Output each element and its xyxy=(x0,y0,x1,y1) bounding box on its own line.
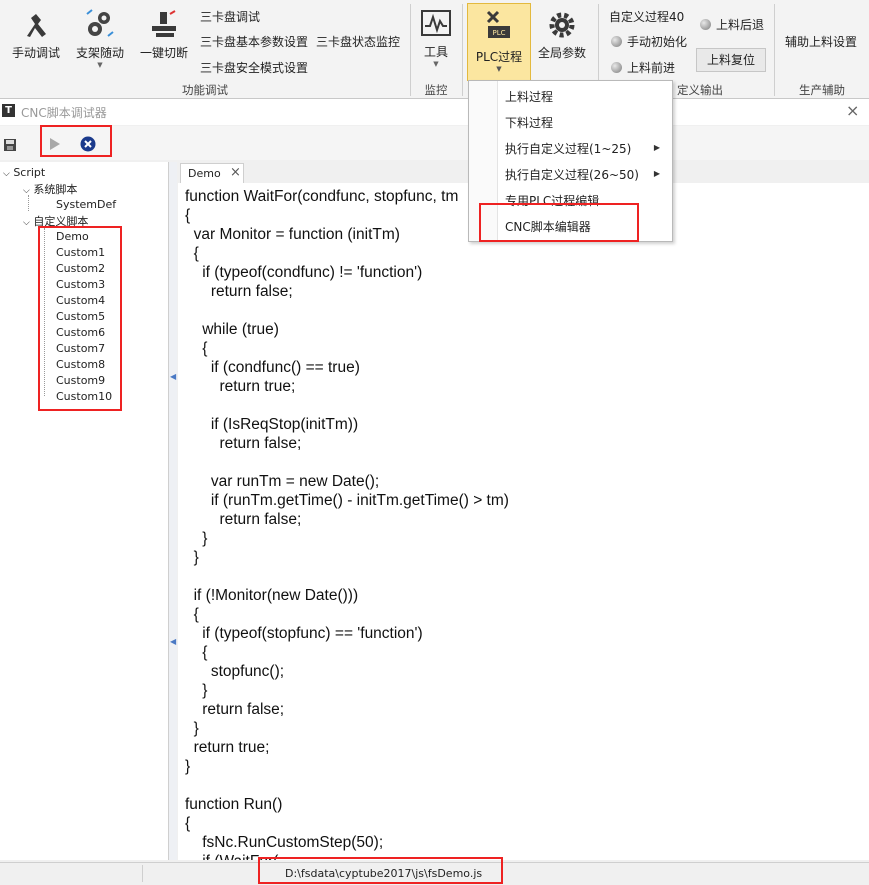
panel-splitter[interactable]: ◀ ◀ xyxy=(169,162,177,860)
tools-label: 工具 xyxy=(423,45,448,59)
menu-item[interactable]: 执行自定义过程(26~50) xyxy=(505,166,639,183)
hand-tool-icon xyxy=(27,14,46,37)
gear-icon xyxy=(549,12,575,38)
window-title: CNC脚本调试器 xyxy=(21,106,107,120)
load-back-button[interactable]: 上料后退 xyxy=(700,16,764,33)
chuck3-status-monitor-button[interactable]: 三卡盘状态监控 xyxy=(316,33,400,50)
collapse-arrow-icon: ◀ xyxy=(170,637,177,646)
chuck3-debug-button[interactable]: 三卡盘调试 xyxy=(200,8,260,25)
group-custom-output-label: 定义输出 xyxy=(677,83,723,97)
menu-item[interactable]: 上料过程 xyxy=(505,88,553,105)
highlight-custom-scripts-box xyxy=(38,226,122,411)
app-logo-icon: T xyxy=(2,104,15,117)
tree-root[interactable]: ⌵ Script xyxy=(3,166,45,179)
submenu-arrow-icon: ▶ xyxy=(653,143,660,152)
tab-demo-label: Demo xyxy=(188,167,221,180)
tree-system-scripts[interactable]: ⌵ 系统脚本 xyxy=(23,181,77,197)
load-reset-button[interactable]: 上料复位 xyxy=(696,48,766,72)
highlight-cnc-editor-box xyxy=(479,203,639,242)
global-params-button[interactable]: 全局参数 xyxy=(534,10,590,61)
oscilloscope-icon xyxy=(421,10,451,36)
manual-debug-label: 手动调试 xyxy=(11,46,60,60)
support-follow-label: 支架随动 xyxy=(75,46,124,60)
code-text[interactable]: function WaitFor(condfunc, stopfunc, tm … xyxy=(185,187,509,860)
load-forward-label: 上料前进 xyxy=(627,61,676,75)
plc-tools-icon: PLC xyxy=(486,10,510,38)
status-led-icon xyxy=(611,36,622,47)
group-separator xyxy=(462,4,463,96)
status-led-icon xyxy=(700,19,711,30)
save-disk-icon[interactable] xyxy=(3,138,17,152)
chevron-down-icon: ▼ xyxy=(433,60,439,68)
custom-process-40-button[interactable]: 自定义过程40 xyxy=(609,8,684,25)
code-editor[interactable]: function WaitFor(condfunc, stopfunc, tm … xyxy=(178,183,869,860)
highlight-path-box xyxy=(258,857,503,884)
chevron-down-icon: ▼ xyxy=(97,61,103,69)
tab-demo[interactable]: Demo × xyxy=(180,163,244,184)
load-forward-button[interactable]: 上料前进 xyxy=(611,59,675,76)
tree-guide-line xyxy=(28,195,29,211)
debugger-toolbar xyxy=(0,126,869,160)
group-monitor-label: 监控 xyxy=(424,83,448,97)
submenu-arrow-icon: ▶ xyxy=(653,169,660,178)
one-key-cut-label: 一键切断 xyxy=(139,46,188,60)
tree-collapse-icon: ⌵ xyxy=(3,169,10,179)
global-params-label: 全局参数 xyxy=(537,46,586,60)
tab-close-icon[interactable]: × xyxy=(230,165,241,180)
plc-process-label: PLC过程 xyxy=(475,50,523,64)
collapse-arrow-icon: ◀ xyxy=(170,372,177,381)
group-separator xyxy=(774,4,775,96)
ribbon: 手动调试 支架随动 ▼ 一键切断 三卡盘调试 三卡盘基本参数设置 三卡盘状态监控… xyxy=(0,0,869,99)
tools-button[interactable]: 工具 ▼ xyxy=(414,10,458,68)
svg-text:PLC: PLC xyxy=(492,29,505,37)
tree-systemdef[interactable]: SystemDef xyxy=(56,198,116,211)
status-led-icon xyxy=(611,62,622,73)
cutter-icon xyxy=(152,10,176,37)
group-production-aux-label: 生产辅助 xyxy=(799,83,845,97)
tree-collapse-icon: ⌵ xyxy=(23,218,30,228)
gears-icon xyxy=(86,9,114,37)
tree-system-scripts-label: 系统脚本 xyxy=(33,183,78,196)
script-debugger-titlebar: T CNC脚本调试器 × xyxy=(0,99,869,125)
chuck3-safe-mode-button[interactable]: 三卡盘安全模式设置 xyxy=(200,59,308,76)
support-follow-button[interactable]: 支架随动 ▼ xyxy=(72,8,128,69)
menu-item[interactable]: 执行自定义过程(1~25) xyxy=(505,140,631,157)
manual-debug-button[interactable]: 手动调试 xyxy=(8,10,64,61)
status-divider xyxy=(142,865,143,882)
group-function-debug-label: 功能调试 xyxy=(182,83,228,97)
highlight-toolbar-box xyxy=(40,125,112,157)
group-separator xyxy=(410,4,411,96)
close-window-button[interactable]: × xyxy=(846,101,859,120)
manual-init-label: 手动初始化 xyxy=(627,35,688,49)
tree-root-label: Script xyxy=(13,166,46,179)
one-key-cut-button[interactable]: 一键切断 xyxy=(136,10,192,61)
manual-init-button[interactable]: 手动初始化 xyxy=(611,33,687,50)
chuck3-basic-params-button[interactable]: 三卡盘基本参数设置 xyxy=(200,33,308,50)
aux-load-settings-button[interactable]: 辅助上料设置 xyxy=(785,33,857,50)
load-back-label: 上料后退 xyxy=(716,18,765,32)
chevron-down-icon: ▼ xyxy=(496,65,502,73)
menu-item[interactable]: 下料过程 xyxy=(505,114,553,131)
plc-process-button[interactable]: PLC PLC过程 ▼ xyxy=(467,3,531,81)
